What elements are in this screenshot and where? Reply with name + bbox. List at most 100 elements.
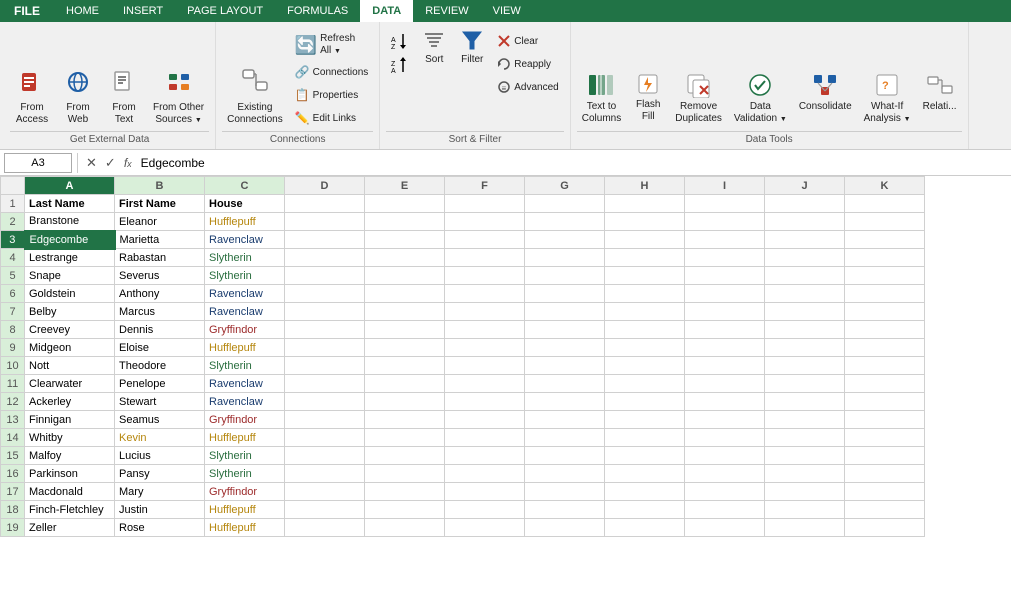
cell-5-a[interactable]: Snape: [25, 267, 115, 285]
cell-6-a[interactable]: Goldstein: [25, 285, 115, 303]
cell-19-k[interactable]: [845, 519, 925, 537]
text-to-columns-button[interactable]: Text toColumns: [577, 69, 626, 129]
flash-fill-button[interactable]: FlashFill: [628, 69, 668, 129]
cell-4-f[interactable]: [445, 249, 525, 267]
cell-15-i[interactable]: [685, 447, 765, 465]
tab-formulas[interactable]: FORMULAS: [275, 0, 360, 22]
cell-16-b[interactable]: Pansy: [115, 465, 205, 483]
cell-18-d[interactable]: [285, 501, 365, 519]
cell-1-f[interactable]: [445, 195, 525, 213]
cell-5-i[interactable]: [685, 267, 765, 285]
cell-18-c[interactable]: Hufflepuff: [205, 501, 285, 519]
cell-12-i[interactable]: [685, 393, 765, 411]
cell-4-h[interactable]: [605, 249, 685, 267]
properties-button[interactable]: 📋 Properties: [290, 84, 374, 106]
cell-19-d[interactable]: [285, 519, 365, 537]
row-header-1[interactable]: 1: [1, 195, 25, 213]
row-header-10[interactable]: 10: [1, 357, 25, 375]
cell-10-c[interactable]: Slytherin: [205, 357, 285, 375]
cell-7-b[interactable]: Marcus: [115, 303, 205, 321]
cell-8-c[interactable]: Gryffindor: [205, 321, 285, 339]
cell-12-j[interactable]: [765, 393, 845, 411]
what-if-analysis-button[interactable]: ? What-IfAnalysis ▼: [859, 69, 916, 129]
cell-16-j[interactable]: [765, 465, 845, 483]
cell-4-e[interactable]: [365, 249, 445, 267]
row-header-7[interactable]: 7: [1, 303, 25, 321]
cell-6-g[interactable]: [525, 285, 605, 303]
col-header-k[interactable]: K: [845, 177, 925, 195]
cell-7-e[interactable]: [365, 303, 445, 321]
cell-14-c[interactable]: Hufflepuff: [205, 429, 285, 447]
cell-17-i[interactable]: [685, 483, 765, 501]
cell-11-f[interactable]: [445, 375, 525, 393]
row-header-5[interactable]: 5: [1, 267, 25, 285]
edit-links-button[interactable]: ✏️ Edit Links: [290, 107, 374, 129]
cell-1-i[interactable]: [685, 195, 765, 213]
cell-13-k[interactable]: [845, 411, 925, 429]
row-header-18[interactable]: 18: [1, 501, 25, 519]
cell-13-j[interactable]: [765, 411, 845, 429]
cell-16-h[interactable]: [605, 465, 685, 483]
cell-17-a[interactable]: Macdonald: [25, 483, 115, 501]
row-header-15[interactable]: 15: [1, 447, 25, 465]
cell-8-k[interactable]: [845, 321, 925, 339]
cell-17-f[interactable]: [445, 483, 525, 501]
cell-2-c[interactable]: Hufflepuff: [205, 213, 285, 231]
row-header-3[interactable]: 3: [1, 231, 25, 249]
cell-6-h[interactable]: [605, 285, 685, 303]
row-header-12[interactable]: 12: [1, 393, 25, 411]
col-header-c[interactable]: C: [205, 177, 285, 195]
cell-8-a[interactable]: Creevey: [25, 321, 115, 339]
cell-15-g[interactable]: [525, 447, 605, 465]
cell-1-j[interactable]: [765, 195, 845, 213]
cell-16-f[interactable]: [445, 465, 525, 483]
cell-19-g[interactable]: [525, 519, 605, 537]
cell-5-b[interactable]: Severus: [115, 267, 205, 285]
sort-za-button[interactable]: ZA: [386, 54, 414, 76]
cell-15-c[interactable]: Slytherin: [205, 447, 285, 465]
cell-18-i[interactable]: [685, 501, 765, 519]
cell-11-i[interactable]: [685, 375, 765, 393]
cell-12-f[interactable]: [445, 393, 525, 411]
cell-11-d[interactable]: [285, 375, 365, 393]
cell-17-e[interactable]: [365, 483, 445, 501]
cell-9-i[interactable]: [685, 339, 765, 357]
cell-11-g[interactable]: [525, 375, 605, 393]
cell-6-e[interactable]: [365, 285, 445, 303]
relationships-button[interactable]: Relati...: [918, 69, 962, 129]
col-header-h[interactable]: H: [605, 177, 685, 195]
cell-2-i[interactable]: [685, 213, 765, 231]
insert-function-button[interactable]: fx: [121, 156, 135, 170]
cell-13-c[interactable]: Gryffindor: [205, 411, 285, 429]
cell-19-i[interactable]: [685, 519, 765, 537]
cell-18-j[interactable]: [765, 501, 845, 519]
cell-4-d[interactable]: [285, 249, 365, 267]
cell-16-g[interactable]: [525, 465, 605, 483]
col-header-a[interactable]: A: [25, 177, 115, 195]
cell-2-e[interactable]: [365, 213, 445, 231]
row-header-19[interactable]: 19: [1, 519, 25, 537]
cell-18-a[interactable]: Finch-Fletchley: [25, 501, 115, 519]
cell-19-b[interactable]: Rose: [115, 519, 205, 537]
cell-19-j[interactable]: [765, 519, 845, 537]
cell-4-k[interactable]: [845, 249, 925, 267]
cell-2-h[interactable]: [605, 213, 685, 231]
name-box[interactable]: [4, 153, 72, 173]
cell-14-f[interactable]: [445, 429, 525, 447]
cell-4-b[interactable]: Rabastan: [115, 249, 205, 267]
col-header-f[interactable]: F: [445, 177, 525, 195]
data-validation-button[interactable]: DataValidation ▼: [729, 69, 792, 129]
cell-11-a[interactable]: Clearwater: [25, 375, 115, 393]
cell-17-k[interactable]: [845, 483, 925, 501]
cell-14-a[interactable]: Whitby: [25, 429, 115, 447]
cell-1-e[interactable]: [365, 195, 445, 213]
cell-14-b[interactable]: Kevin: [115, 429, 205, 447]
tab-home[interactable]: HOME: [54, 0, 111, 22]
cell-10-a[interactable]: Nott: [25, 357, 115, 375]
from-text-button[interactable]: FromText: [102, 67, 146, 129]
cell-13-g[interactable]: [525, 411, 605, 429]
cell-5-e[interactable]: [365, 267, 445, 285]
existing-connections-button[interactable]: ExistingConnections: [222, 63, 288, 129]
cell-5-d[interactable]: [285, 267, 365, 285]
cell-6-c[interactable]: Ravenclaw: [205, 285, 285, 303]
